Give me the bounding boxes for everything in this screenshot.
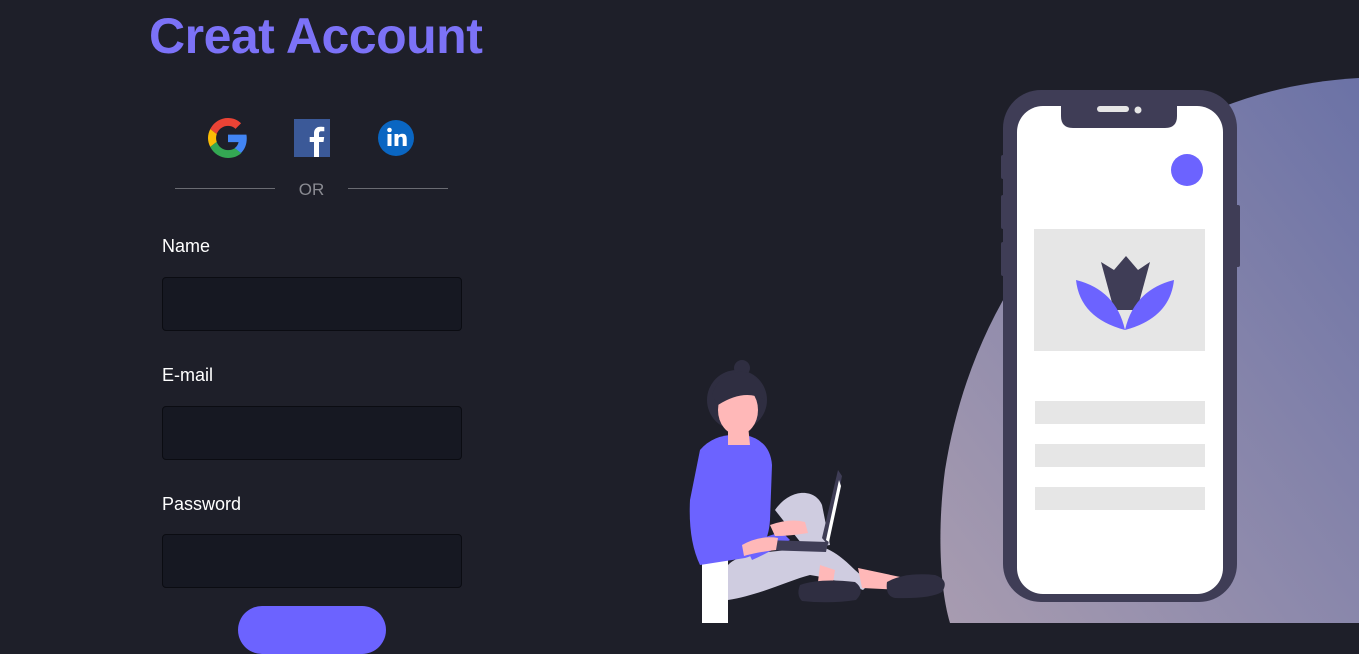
phone-illustration: [1001, 90, 1240, 602]
person-with-laptop-illustration: [689, 360, 945, 623]
signup-illustration: [689, 78, 1359, 623]
